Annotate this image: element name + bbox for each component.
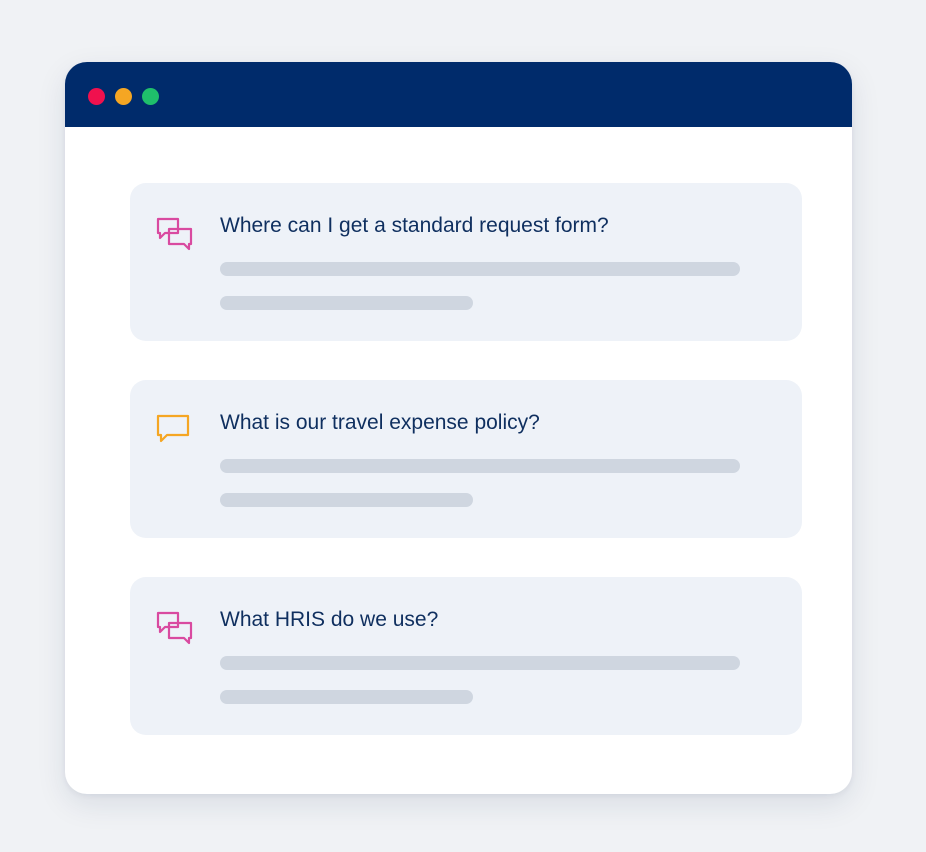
answer-placeholder-line — [220, 493, 473, 507]
chat-bubbles-icon — [156, 216, 194, 252]
question-card[interactable]: What HRIS do we use? — [130, 577, 802, 735]
answer-placeholder-line — [220, 459, 740, 473]
answer-placeholder-line — [220, 690, 473, 704]
minimize-window-button[interactable] — [115, 88, 132, 105]
question-text: What HRIS do we use? — [220, 608, 439, 631]
question-text: What is our travel expense policy? — [220, 411, 540, 434]
answer-placeholder-line — [220, 656, 740, 670]
question-card[interactable]: Where can I get a standard request form? — [130, 183, 802, 341]
chat-bubble-icon — [156, 413, 194, 449]
answer-placeholder-line — [220, 296, 473, 310]
question-text: Where can I get a standard request form? — [220, 214, 609, 237]
question-card[interactable]: What is our travel expense policy? — [130, 380, 802, 538]
answer-placeholder-line — [220, 262, 740, 276]
browser-window: Where can I get a standard request form?… — [65, 62, 852, 794]
chat-bubbles-icon — [156, 610, 194, 646]
window-titlebar — [65, 62, 852, 127]
close-window-button[interactable] — [88, 88, 105, 105]
maximize-window-button[interactable] — [142, 88, 159, 105]
